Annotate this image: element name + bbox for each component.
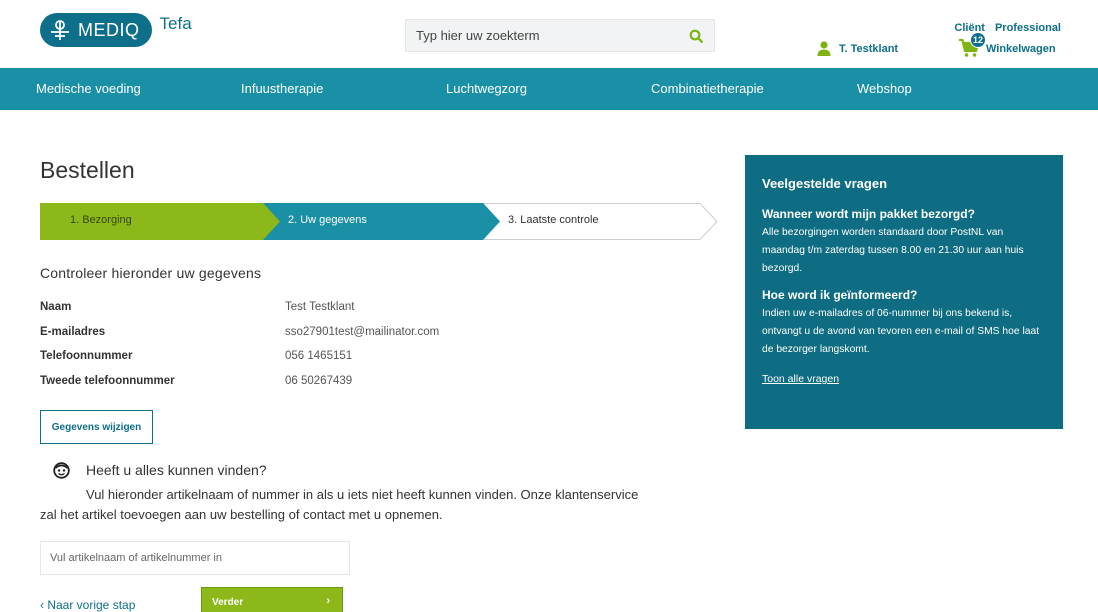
user-account[interactable]: T. Testklant	[817, 41, 898, 56]
user-name: T. Testklant	[839, 42, 899, 55]
section-subtitle: Controleer hieronder uw gegevens	[40, 265, 262, 281]
page-title: Bestellen	[40, 157, 135, 183]
detail-row-tweede-telefoon: Tweede telefoonnummer 06 50267439	[40, 375, 520, 395]
step-3-laatste-controle: 3. Laatste controle	[508, 214, 599, 226]
step-1-bezorging: 1. Bezorging	[70, 214, 132, 226]
search-button[interactable]	[678, 20, 714, 51]
search-icon	[689, 29, 703, 43]
next-button-label: Verder	[212, 596, 244, 608]
faq-title: Veelgestelde vragen	[762, 176, 888, 191]
chevron-right-icon: ›	[326, 595, 330, 607]
detail-value: 06 50267439	[285, 375, 353, 387]
nav-item-webshop[interactable]: Webshop	[857, 81, 912, 96]
detail-label: Naam	[40, 301, 72, 313]
logo[interactable]: MEDIQ Tefa	[40, 13, 192, 47]
detail-row-email: E-mailadres sso27901test@mailinator.com	[40, 326, 520, 346]
faq-answer: Indien uw e-mailadres of 06-nummer bij o…	[762, 308, 1040, 355]
detail-label: Tweede telefoonnummer	[40, 375, 175, 387]
detail-row-telefoon: Telefoonnummer 056 1465151	[40, 350, 520, 370]
nav-item-combinatietherapie[interactable]: Combinatietherapie	[651, 81, 764, 96]
faq-question: Hoe word ik geïnformeerd?	[762, 288, 918, 302]
help-face-icon	[53, 462, 70, 479]
nav-item-medische-voeding[interactable]: Medische voeding	[36, 81, 141, 96]
top-links: Cliënt Professional	[954, 22, 1061, 34]
logo-pill: MEDIQ	[40, 13, 152, 47]
detail-value: 056 1465151	[285, 350, 353, 362]
faq-question: Wanneer wordt mijn pakket bezorgd?	[762, 207, 975, 221]
nav-item-luchtwegzorg[interactable]: Luchtwegzorg	[446, 81, 527, 96]
logo-text: MEDIQ	[78, 19, 140, 40]
main-nav: Medische voeding Infuustherapie Luchtweg…	[0, 68, 1098, 110]
search-input[interactable]	[406, 20, 676, 51]
detail-value: sso27901test@mailinator.com	[285, 326, 440, 338]
cart-label: Winkelwagen	[986, 43, 1056, 55]
faq-answer: Alle bezorgingen worden standaard door P…	[762, 227, 1024, 274]
detail-label: E-mailadres	[40, 326, 106, 338]
mediq-logo-icon	[51, 20, 69, 40]
find-description: Vul hieronder artikelnaam of nummer in a…	[40, 487, 639, 522]
steps-background	[40, 203, 718, 240]
detail-row-naam: Naam Test Testklant	[40, 301, 520, 321]
cart-count-badge: 12	[970, 32, 986, 48]
article-search-input[interactable]	[40, 541, 350, 575]
checkout-steps: 1. Bezorging 2. Uw gegevens 3. Laatste c…	[40, 203, 718, 240]
find-title: Heeft u alles kunnen vinden?	[86, 462, 267, 478]
detail-label: Telefoonnummer	[40, 350, 133, 362]
nav-item-infuustherapie[interactable]: Infuustherapie	[241, 81, 323, 96]
site-header: MEDIQ Tefa Cliënt Professional T. Testkl…	[0, 0, 1098, 68]
back-link[interactable]: ‹ Naar vorige stap	[40, 598, 135, 612]
search-bar	[405, 19, 715, 52]
detail-value: Test Testklant	[285, 301, 355, 313]
edit-details-button[interactable]: Gegevens wijzigen	[40, 410, 153, 444]
user-icon	[817, 41, 831, 56]
next-button[interactable]: Verder ›	[201, 587, 343, 612]
step-2-uw-gegevens: 2. Uw gegevens	[288, 214, 367, 226]
logo-subtitle: Tefa	[159, 14, 192, 33]
top-link-professional[interactable]: Professional	[995, 22, 1061, 34]
cart-link[interactable]: 12 Winkelwagen	[958, 32, 1056, 60]
cart-icon-wrap: 12	[958, 32, 986, 60]
faq-all-questions-link[interactable]: Toon alle vragen	[762, 373, 839, 385]
faq-panel: Veelgestelde vragen Wanneer wordt mijn p…	[745, 155, 1063, 429]
